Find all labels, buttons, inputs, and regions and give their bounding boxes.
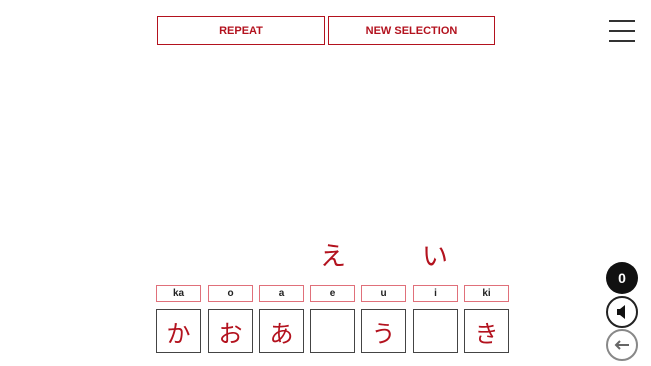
romaji-label-u: u bbox=[361, 285, 406, 302]
romaji-label-ki: ki bbox=[464, 285, 509, 302]
kana-slot-a[interactable]: あ bbox=[259, 309, 304, 353]
romaji-label-ka: ka bbox=[156, 285, 201, 302]
speaker-icon bbox=[617, 305, 625, 319]
sound-button[interactable] bbox=[606, 296, 638, 328]
back-button[interactable] bbox=[606, 329, 638, 361]
kana-slot-i[interactable] bbox=[413, 309, 458, 353]
score-badge: 0 bbox=[606, 262, 638, 294]
back-arrow-icon bbox=[614, 340, 629, 350]
romaji-label-i: i bbox=[413, 285, 458, 302]
draggable-kana-i[interactable]: い bbox=[420, 240, 450, 274]
kana-slot-o[interactable]: お bbox=[208, 309, 253, 353]
repeat-button[interactable]: REPEAT bbox=[157, 16, 325, 45]
kana-slot-u[interactable]: う bbox=[361, 309, 406, 353]
kana-slot-ka[interactable]: か bbox=[156, 309, 201, 353]
new-selection-button[interactable]: NEW SELECTION bbox=[328, 16, 495, 45]
romaji-label-e: e bbox=[310, 285, 355, 302]
hamburger-menu-icon[interactable] bbox=[609, 19, 635, 43]
draggable-kana-e[interactable]: え bbox=[318, 240, 348, 274]
romaji-label-o: o bbox=[208, 285, 253, 302]
kana-slot-ki[interactable]: き bbox=[464, 309, 509, 353]
romaji-label-a: a bbox=[259, 285, 304, 302]
kana-slot-e[interactable] bbox=[310, 309, 355, 353]
